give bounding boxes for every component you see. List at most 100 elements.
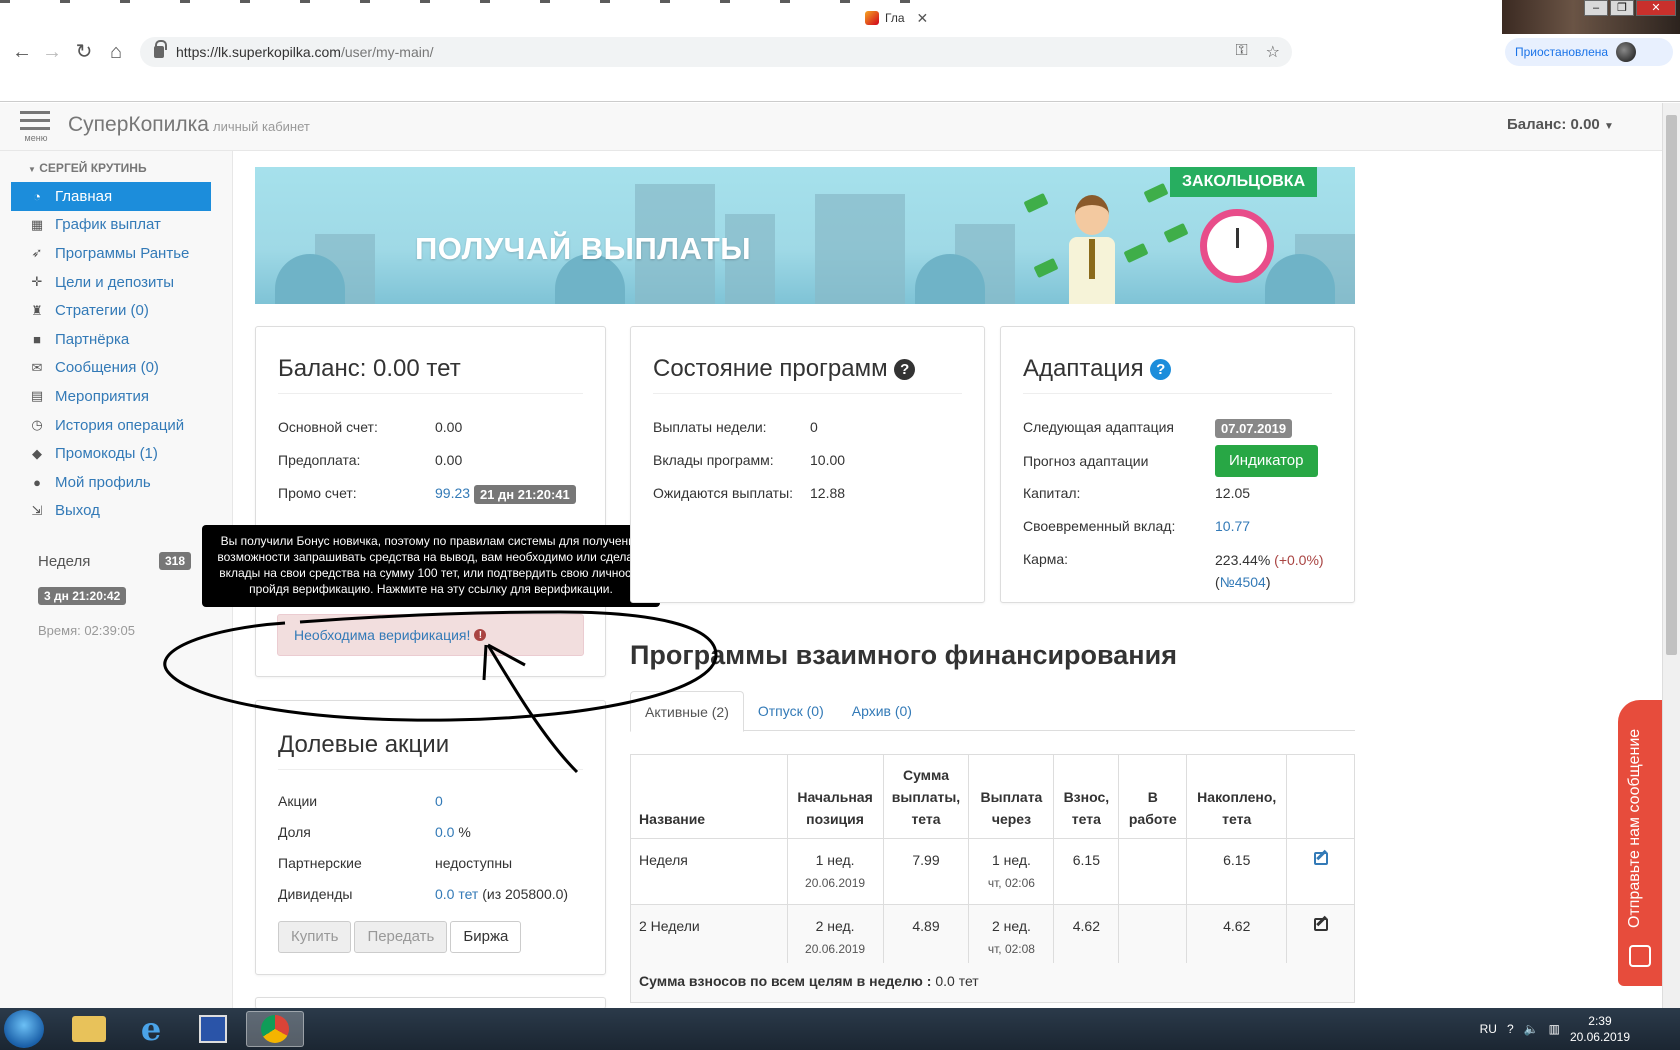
side-nav: ◔ Главная ▦ График выплат ➶ Программы Рантье ✛… bbox=[11, 182, 211, 525]
brand[interactable]: СуперКопилка личный кабинет bbox=[68, 113, 310, 137]
feedback-widget[interactable]: Отправьте нам сообщение bbox=[1618, 700, 1662, 986]
scrollbar-thumb[interactable] bbox=[1666, 115, 1677, 655]
main-account-row: Основной счет: 0.00 bbox=[278, 419, 583, 435]
sidebar-item-4[interactable]: ♜ Стратегии (0) bbox=[11, 296, 211, 325]
network-icon[interactable]: ▥ bbox=[1549, 1022, 1560, 1036]
menu-button[interactable]: меню bbox=[20, 111, 52, 145]
transfer-button[interactable]: Передать bbox=[354, 921, 448, 953]
karma-link[interactable]: Карма: bbox=[1023, 551, 1215, 593]
sidebar-item-3[interactable]: ✛ Цели и депозиты bbox=[11, 268, 211, 297]
chrome-taskbar-button[interactable] bbox=[246, 1011, 304, 1047]
programs-tab[interactable]: Активные (2) bbox=[630, 691, 744, 732]
capital-link[interactable]: Капитал: bbox=[1023, 485, 1215, 501]
address-bar[interactable]: https://lk.superkopilka.com/user/my-main… bbox=[140, 37, 1292, 67]
shares-label-link[interactable]: Дивиденды bbox=[278, 886, 435, 902]
tab-title: Гла bbox=[885, 11, 905, 25]
help-icon[interactable]: ? bbox=[1150, 359, 1172, 381]
language-indicator[interactable]: RU bbox=[1480, 1022, 1497, 1036]
promo-banner[interactable]: ПОЛУЧАЙ ВЫПЛАТЫ ЗАКОЛЬЦОВКА bbox=[255, 167, 1355, 304]
shares-value: 0.0 bbox=[435, 824, 455, 840]
cell-inwork bbox=[1118, 904, 1188, 971]
feedback-label: Отправьте нам сообщение bbox=[1626, 728, 1643, 928]
exchange-button[interactable]: Биржа bbox=[450, 921, 522, 953]
sum-row: Сумма взносов по всем целям в неделю : 0… bbox=[630, 963, 1355, 1003]
help-tray-icon[interactable]: ? bbox=[1507, 1022, 1514, 1036]
sidebar-item-5[interactable]: ■ Партнёрка bbox=[11, 325, 211, 354]
promo-timer-badge: 21 дн 21:20:41 bbox=[473, 485, 576, 504]
balance-title: Баланс: 0.00 тет bbox=[278, 355, 583, 394]
buy-button[interactable]: Купить bbox=[278, 921, 352, 953]
volume-icon[interactable]: 🔈 bbox=[1524, 1022, 1539, 1036]
promo-account-link[interactable]: Промо счет: bbox=[278, 485, 435, 504]
shares-row: Доля 0.0 % bbox=[278, 824, 583, 840]
page-scrollbar[interactable] bbox=[1662, 103, 1680, 1008]
karma-rank-link[interactable]: №4504 bbox=[1220, 574, 1266, 590]
sidebar-item-6[interactable]: ✉ Сообщения (0) bbox=[11, 354, 211, 383]
balance-label: Баланс: 0.00 bbox=[1507, 116, 1600, 133]
edit-icon[interactable] bbox=[1313, 852, 1328, 865]
shares-label-link[interactable]: Партнерские bbox=[278, 855, 435, 871]
prepay-label: Предоплата: bbox=[278, 452, 361, 468]
minimize-button[interactable]: – bbox=[1584, 0, 1608, 16]
back-icon[interactable]: ← bbox=[10, 40, 34, 64]
url-host: https://lk.superkopilka.com bbox=[176, 44, 341, 60]
restore-button[interactable]: ❐ bbox=[1610, 0, 1634, 16]
sidebar-item-9[interactable]: ◆ Промокоды (1) bbox=[11, 439, 211, 468]
sidebar-item-10[interactable]: ● Мой профиль bbox=[11, 468, 211, 497]
through-sub: чт, 02:06 bbox=[987, 876, 1035, 890]
profile-button[interactable]: Приостановлена bbox=[1505, 38, 1673, 66]
start-date: 20.06.2019 bbox=[805, 942, 866, 956]
shares-label-link[interactable]: Акции bbox=[278, 793, 435, 809]
reload-icon[interactable]: ↻ bbox=[72, 40, 96, 64]
cell-payout: 7.99 bbox=[882, 838, 970, 905]
main-account-value[interactable]: 0.00 bbox=[435, 419, 462, 435]
prepay-value[interactable]: 0.00 bbox=[435, 452, 462, 468]
hamburger-icon bbox=[20, 111, 50, 114]
start-text: 1 нед. bbox=[815, 852, 855, 868]
shares-row: Партнерские недоступны bbox=[278, 855, 583, 871]
help-icon[interactable]: ? bbox=[894, 359, 916, 381]
forward-icon[interactable]: → bbox=[40, 40, 64, 64]
ie-taskbar-button[interactable]: e bbox=[122, 1010, 180, 1048]
home-icon[interactable]: ⌂ bbox=[104, 40, 128, 64]
url-path: /user/my-main/ bbox=[340, 44, 434, 60]
balance-dropdown[interactable]: Баланс: 0.00 ▼ bbox=[1507, 116, 1614, 133]
clock-icon: ◷ bbox=[31, 417, 43, 433]
sidebar-item-2[interactable]: ➶ Программы Рантье bbox=[11, 239, 211, 268]
explorer-taskbar-button[interactable] bbox=[60, 1011, 118, 1047]
verification-alert[interactable]: Необходима верификация!! bbox=[277, 614, 584, 656]
start-button[interactable] bbox=[4, 1010, 44, 1048]
browser-tab[interactable]: Гла ✕ bbox=[865, 6, 945, 30]
sidebar-user[interactable]: ▼ СЕРГЕЙ КРУТИНЬ bbox=[28, 161, 147, 175]
save-taskbar-button[interactable] bbox=[184, 1011, 242, 1047]
building-shape bbox=[815, 194, 905, 304]
timely-deposit-link[interactable]: Своевременный вклад: bbox=[1023, 518, 1215, 534]
sidebar-item-0[interactable]: ◔ Главная bbox=[11, 182, 211, 211]
sidebar-item-8[interactable]: ◷ История операций bbox=[11, 411, 211, 440]
money-icon bbox=[1123, 242, 1149, 264]
taskbar: e RU ? 🔈 ▥ 2:39 20.06.2019 bbox=[0, 1008, 1680, 1050]
window-controls: – ❐ ✕ bbox=[1502, 0, 1680, 34]
envelope-icon: ✉ bbox=[31, 359, 43, 375]
current-time: Время: 02:39:05 bbox=[38, 623, 135, 638]
close-window-button[interactable]: ✕ bbox=[1636, 0, 1676, 16]
column-header: Начальная позиция bbox=[786, 754, 884, 839]
clock-time: 2:39 bbox=[1588, 1014, 1612, 1028]
status-value: 10.00 bbox=[810, 452, 846, 468]
edit-icon[interactable] bbox=[1313, 918, 1328, 931]
sidebar-item-1[interactable]: ▦ График выплат bbox=[11, 211, 211, 240]
key-icon[interactable]: ⚿ bbox=[1235, 42, 1247, 62]
cell-through: 2 нед. чт, 02:08 bbox=[968, 904, 1055, 971]
system-clock[interactable]: 2:39 20.06.2019 bbox=[1570, 1013, 1630, 1045]
close-tab-icon[interactable]: ✕ bbox=[917, 10, 929, 27]
status-value: 0 bbox=[810, 419, 818, 435]
bookmark-star-icon[interactable]: ☆ bbox=[1266, 42, 1280, 62]
programs-tab[interactable]: Архив (0) bbox=[838, 691, 926, 731]
programs-tab[interactable]: Отпуск (0) bbox=[744, 691, 838, 731]
lock-icon bbox=[154, 40, 167, 58]
sidebar-item-11[interactable]: ⇲ Выход bbox=[11, 497, 211, 526]
sidebar-item-7[interactable]: ▤ Мероприятия bbox=[11, 382, 211, 411]
shares-label-link[interactable]: Доля bbox=[278, 824, 435, 840]
indicator-button[interactable]: Индикатор bbox=[1215, 445, 1318, 477]
sidebar-item-label: Сообщения (0) bbox=[55, 359, 159, 377]
